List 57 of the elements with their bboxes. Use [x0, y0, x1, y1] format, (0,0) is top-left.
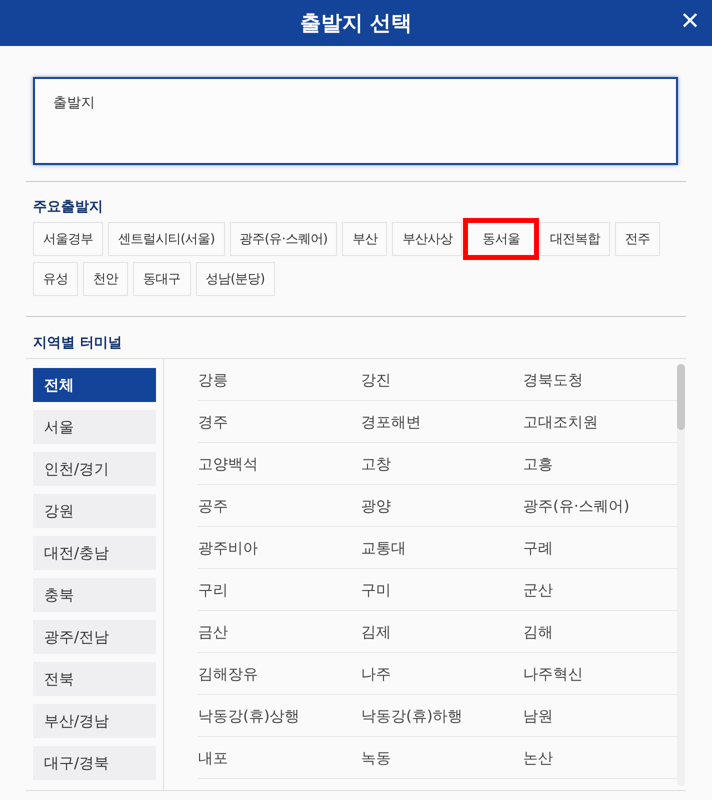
region-tab[interactable]: 전북	[33, 662, 156, 696]
terminal-item[interactable]: 김해장유	[198, 654, 258, 695]
terminal-item[interactable]: 김제	[361, 612, 391, 653]
terminal-item[interactable]: 녹동	[361, 738, 391, 779]
terminal-item[interactable]: 낙동강(휴)상행	[198, 696, 300, 737]
terminal-item[interactable]: 고양백석	[198, 444, 258, 485]
origin-chip[interactable]: 유성	[33, 262, 78, 296]
section-heading: 지역별 터미널	[26, 317, 686, 359]
section-heading: 주요출발지	[33, 198, 104, 216]
origin-chip[interactable]: 부산사상	[392, 222, 462, 256]
terminal-item[interactable]: 나주	[361, 654, 391, 695]
terminal-item[interactable]: 공주	[198, 486, 228, 527]
dialog-title: 출발지 선택	[300, 10, 412, 37]
terminal-item[interactable]: 강릉	[198, 360, 228, 401]
origin-chip[interactable]: 전주	[614, 222, 660, 256]
terminal-item[interactable]: 경북도청	[523, 360, 583, 401]
terminal-item[interactable]: 광양	[361, 486, 391, 527]
terminal-item[interactable]: 논산	[523, 738, 553, 779]
origin-chip[interactable]: 천안	[83, 262, 128, 296]
terminal-item[interactable]: 경포해변	[361, 402, 421, 443]
terminal-item[interactable]: 고흥	[523, 444, 553, 485]
terminal-item[interactable]: 내포	[198, 738, 228, 779]
origin-chip[interactable]: 부산	[342, 222, 388, 256]
origin-chip[interactable]: 센트럴시티(서울)	[108, 222, 225, 256]
region-tab[interactable]: 부산/경남	[33, 704, 156, 738]
terminal-item[interactable]: 금산	[198, 612, 228, 653]
region-tab[interactable]: 광주/전남	[33, 620, 156, 654]
terminal-item[interactable]: 김해	[523, 612, 553, 653]
origin-chip[interactable]: 성남(분당)	[196, 262, 275, 296]
terminal-item[interactable]: 구례	[523, 528, 553, 569]
region-tab[interactable]: 강원	[33, 494, 156, 528]
terminal-item[interactable]: 고창	[361, 444, 391, 485]
origin-chip[interactable]: 동대구	[133, 262, 190, 296]
terminal-item[interactable]: 구미	[361, 570, 391, 611]
region-tab[interactable]: 전체	[33, 368, 156, 402]
terminal-item[interactable]: 고대조치원	[523, 402, 598, 443]
region-tab[interactable]: 대전/충남	[33, 536, 156, 570]
terminal-item[interactable]: 군산	[523, 570, 553, 611]
terminal-item[interactable]: 경주	[198, 402, 228, 443]
terminal-item[interactable]: 낙동강(휴)하행	[361, 696, 463, 737]
scrollbar-thumb[interactable]	[677, 364, 685, 430]
origin-input-field[interactable]: 출발지	[33, 77, 678, 165]
origin-chip[interactable]: 대전복합	[540, 222, 610, 256]
origin-chip[interactable]: 서울경부	[33, 222, 103, 256]
terminal-item[interactable]: 나주혁신	[523, 654, 583, 695]
terminal-item[interactable]: 구리	[198, 570, 228, 611]
close-button[interactable]: ✕	[676, 7, 704, 37]
origin-chip[interactable]: 광주(유·스퀘어)	[230, 222, 338, 256]
terminal-item[interactable]: 교통대	[361, 528, 406, 569]
region-tab[interactable]: 서울	[33, 410, 156, 444]
terminal-item[interactable]: 남원	[523, 696, 553, 737]
region-tab[interactable]: 인천/경기	[33, 452, 156, 486]
terminal-item[interactable]: 광주비아	[198, 528, 258, 569]
terminal-item[interactable]: 광주(유·스퀘어)	[523, 486, 630, 527]
region-tab[interactable]: 대구/경북	[33, 746, 156, 780]
region-tab[interactable]: 충북	[33, 578, 156, 612]
terminal-item[interactable]: 강진	[361, 360, 391, 401]
